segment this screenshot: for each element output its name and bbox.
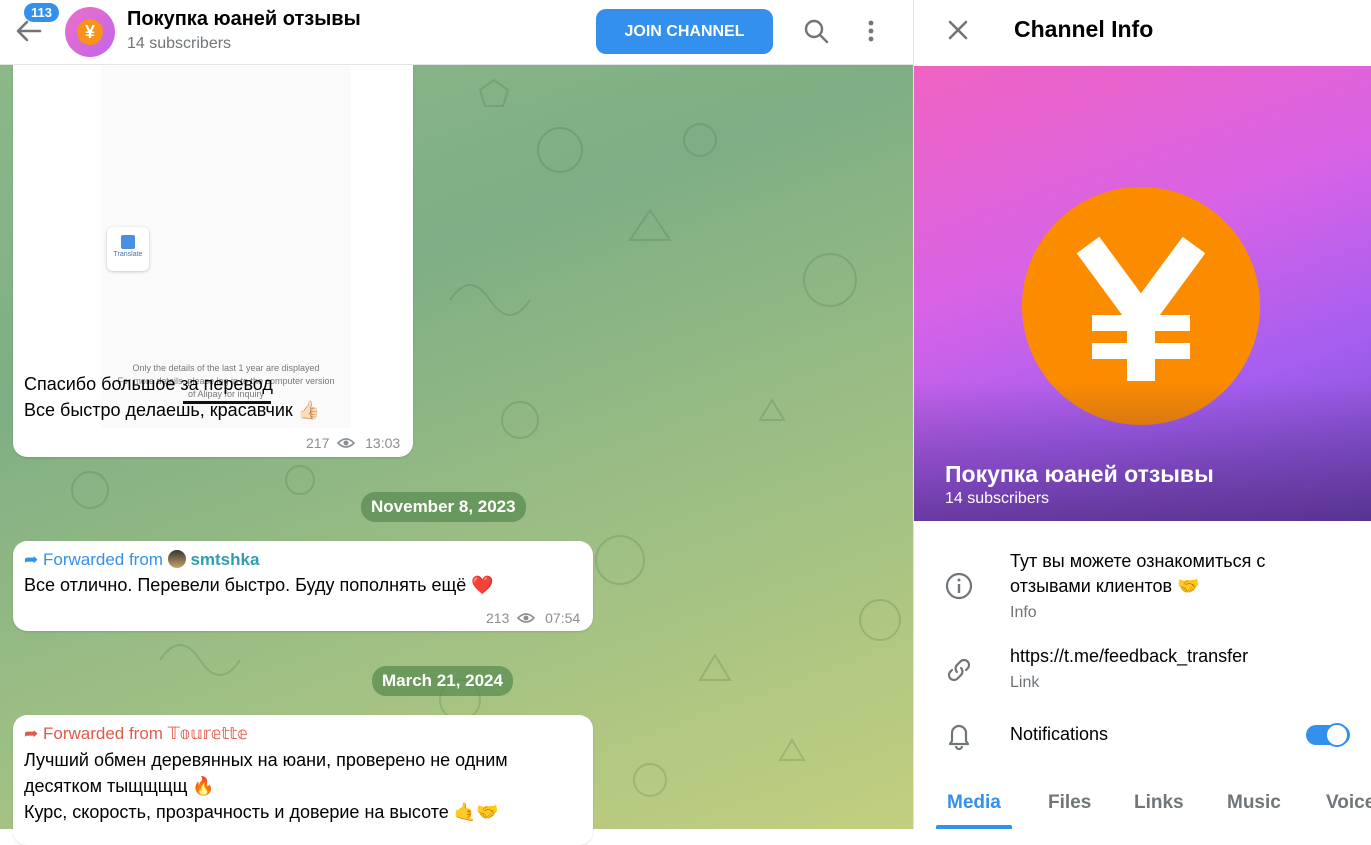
- more-options-icon[interactable]: [858, 18, 884, 44]
- view-count: 217: [306, 435, 330, 451]
- tab-music[interactable]: Music: [1227, 792, 1281, 814]
- subscriber-count: 14 subscribers: [127, 35, 232, 52]
- channel-subscribers: 14 subscribers: [945, 490, 1050, 507]
- channel-info-panel: Channel Info Покупка юаней отзывы 14 sub…: [913, 0, 1371, 829]
- message-bubble: Translate Only the details of the last 1…: [13, 40, 413, 457]
- active-tab-indicator: [936, 825, 1012, 829]
- chat-header: 113 ¥ Покупка юаней отзывы 14 subscriber…: [0, 0, 913, 65]
- date-separator: November 8, 2023: [361, 492, 526, 522]
- close-icon[interactable]: [946, 18, 970, 42]
- message-text: Лучший обмен деревянных на юани, провере…: [24, 750, 508, 822]
- message-text: Спасибо большое за перевод Все быстро де…: [24, 374, 321, 420]
- channel-title[interactable]: Покупка юаней отзывы: [127, 8, 361, 31]
- eye-icon: [337, 438, 356, 448]
- date-separator: March 21, 2024: [372, 666, 513, 696]
- info-icon: [945, 572, 973, 600]
- eye-icon: [517, 613, 536, 623]
- channel-hero: Покупка юаней отзывы 14 subscribers: [914, 66, 1371, 521]
- message-bubble: ➦ Forwarded from smtshka Все отлично. Пе…: [13, 541, 593, 631]
- message-time: 07:54: [545, 610, 581, 626]
- join-channel-button[interactable]: JOIN CHANNEL: [596, 9, 773, 54]
- tab-media[interactable]: Media: [947, 792, 1001, 814]
- channel-link[interactable]: https://t.me/feedback_transfer: [1010, 644, 1248, 669]
- search-icon[interactable]: [803, 18, 829, 44]
- bell-icon: [948, 724, 970, 750]
- tab-voice[interactable]: Voice: [1326, 792, 1371, 814]
- tab-links[interactable]: Links: [1134, 792, 1184, 814]
- forward-arrow-icon: ➦: [24, 550, 39, 569]
- channel-avatar[interactable]: ¥: [65, 7, 115, 57]
- view-count: 213: [486, 610, 510, 626]
- link-label: Link: [1010, 674, 1040, 691]
- toggle-knob: [1325, 723, 1349, 747]
- info-label: Info: [1010, 604, 1037, 621]
- tab-files[interactable]: Files: [1048, 792, 1091, 814]
- notifications-label: Notifications: [1010, 724, 1109, 744]
- channel-name: Покупка юаней отзывы: [945, 461, 1214, 487]
- sender-avatar: [167, 550, 186, 568]
- unread-count-badge: 113: [24, 3, 59, 22]
- forward-arrow-icon: ➦: [24, 724, 39, 743]
- message-bubble: ➦ Forwarded from 𝕋𝕠𝕦𝕣𝕖𝕥𝕥𝕖 Лучший обмен д…: [13, 715, 593, 845]
- message-meta: 213 07:54: [486, 610, 580, 626]
- forwarded-header[interactable]: ➦ Forwarded from smtshka: [24, 550, 259, 570]
- translate-button: Translate: [107, 227, 149, 271]
- link-icon: [947, 658, 971, 682]
- panel-title: Channel Info: [1014, 16, 1154, 42]
- yuan-coin-icon: ¥: [77, 19, 103, 45]
- message-time: 13:03: [365, 435, 401, 451]
- notifications-toggle[interactable]: [1306, 723, 1350, 747]
- channel-description[interactable]: Тут вы можете ознакомиться с отзывами кл…: [1010, 549, 1265, 599]
- message-text: Все отлично. Перевели быстро. Буду попол…: [24, 575, 494, 595]
- message-meta: 217 13:03: [306, 435, 400, 451]
- media-tabs: Media Files Links Music Voice: [914, 780, 1371, 829]
- forwarded-header[interactable]: ➦ Forwarded from 𝕋𝕠𝕦𝕣𝕖𝕥𝕥𝕖: [24, 724, 248, 744]
